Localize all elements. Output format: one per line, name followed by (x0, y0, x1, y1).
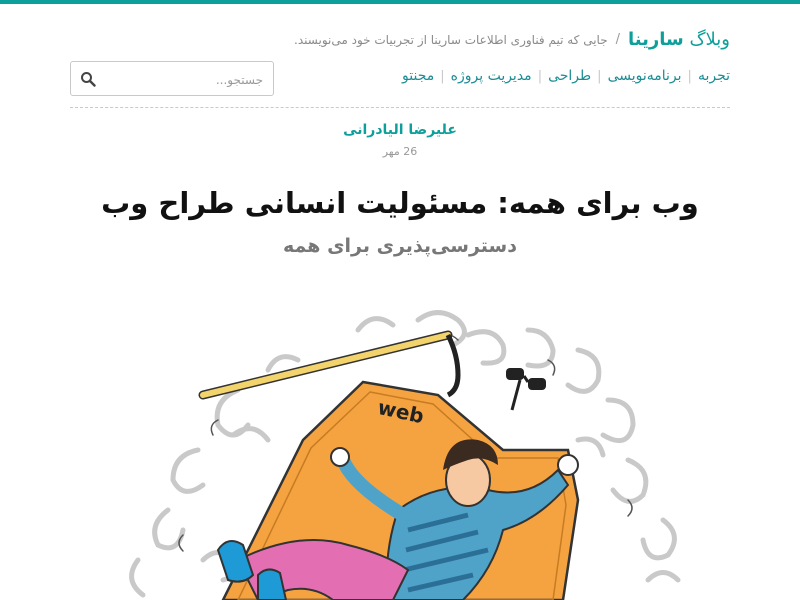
nav-separator: | (440, 68, 445, 84)
blog-tagline: جایی که تیم فناوری اطلاعات سارینا از تجر… (294, 32, 608, 47)
nav-separator: | (537, 68, 543, 84)
post-author[interactable]: علیرضا الیادرانی (0, 122, 800, 138)
nav-item-design[interactable]: طراحی (548, 68, 591, 84)
post-date: 26 مهر (382, 145, 418, 158)
top-accent-bar (0, 0, 800, 4)
header-divider (70, 107, 730, 108)
nav-separator: | (687, 68, 692, 84)
brand-separator: / (615, 32, 621, 47)
brand-prefix: وبلاگ (689, 29, 730, 50)
search-icon[interactable] (80, 71, 96, 87)
search-input[interactable] (101, 69, 265, 91)
search-box (70, 61, 274, 96)
post-title: وب برای همه: مسئولیت انسانی طراح وب (101, 186, 699, 220)
nav-item-experience[interactable]: تجربه (698, 68, 730, 84)
blog-header: وبلاگ سارینا / جایی که تیم فناوری اطلاعا… (294, 29, 730, 50)
brand-name: سارینا (628, 29, 684, 50)
hero-illustration: web (129, 310, 681, 600)
nav-item-magento[interactable]: مجنتو (402, 68, 434, 84)
nav-item-programming[interactable]: برنامه‌نویسی (608, 68, 682, 84)
category-nav: تجربه | برنامه‌نویسی | طراحی | مدیریت پر… (402, 68, 730, 84)
post-subtitle: دسترسی‌پذیری برای همه (283, 235, 517, 257)
glasses (506, 368, 546, 411)
nav-separator: | (597, 68, 602, 84)
blog-logo[interactable]: وبلاگ سارینا (628, 29, 730, 50)
nav-item-project-management[interactable]: مدیریت پروژه (451, 68, 532, 84)
fishing-rod (198, 330, 461, 400)
